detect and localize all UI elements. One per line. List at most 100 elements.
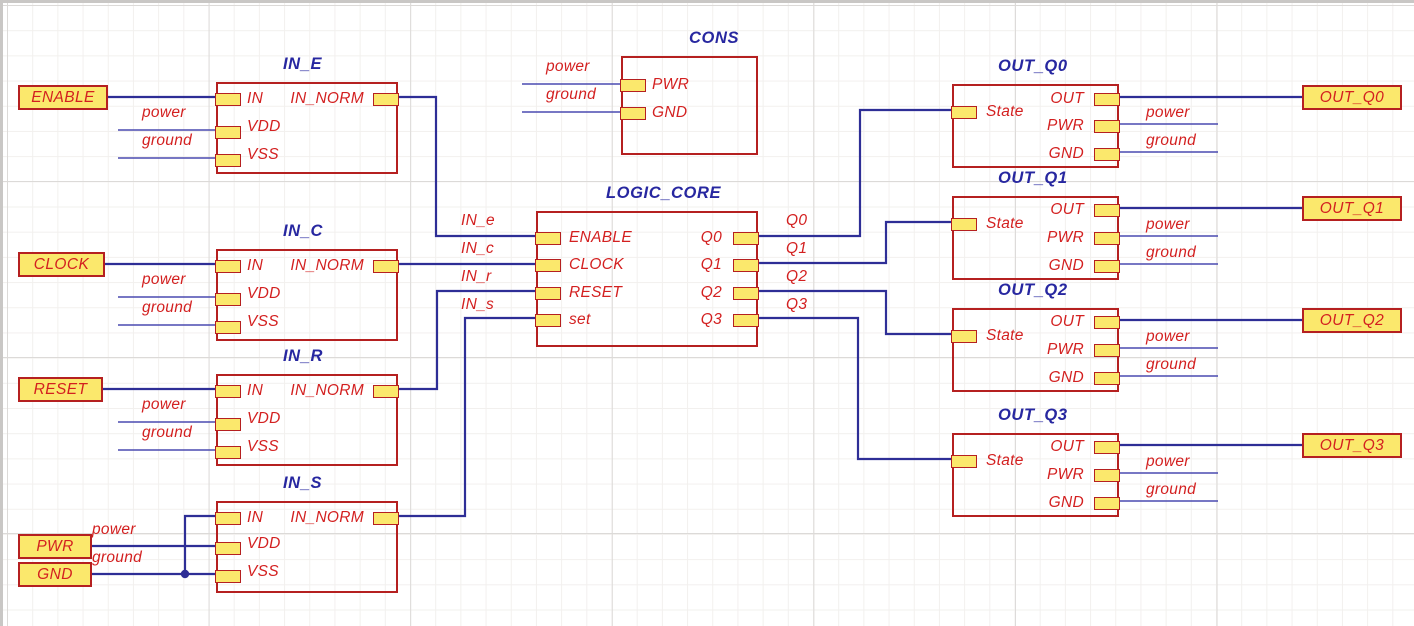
pin-out-q1-pwr[interactable]: [1094, 232, 1120, 245]
flag-clock[interactable]: CLOCK: [18, 252, 105, 277]
wire-in-s-norm-set: [398, 316, 538, 518]
pin-core-q2[interactable]: [733, 287, 759, 300]
pin-label-out-q0-state: State: [986, 103, 1024, 120]
pin-core-set[interactable]: [535, 314, 561, 327]
component-in-e[interactable]: IN VDD VSS IN_NORM: [215, 82, 399, 174]
pin-out-q0-pwr[interactable]: [1094, 120, 1120, 133]
component-logic-core[interactable]: ENABLE CLOCK RESET set Q0 Q1 Q2 Q3: [535, 211, 759, 347]
pin-out-q0-gnd[interactable]: [1094, 148, 1120, 161]
pin-out-q0-out[interactable]: [1094, 93, 1120, 106]
netlabel-core-q1: Q1: [786, 240, 808, 257]
flag-pwr-label: PWR: [36, 537, 74, 555]
netlabel-in-e-power: power: [142, 104, 186, 121]
pin-in-e-vss[interactable]: [215, 154, 241, 167]
component-cons[interactable]: PWR GND: [620, 56, 758, 155]
pin-core-enable[interactable]: [535, 232, 561, 245]
pin-out-q1-state[interactable]: [951, 218, 977, 231]
schematic-canvas[interactable]: ENABLE CLOCK RESET PWR GND OUT_Q0 OUT_Q1…: [0, 0, 1414, 626]
netlabel-cons-power: power: [546, 58, 590, 75]
component-out-q0[interactable]: State OUT PWR GND: [951, 84, 1120, 168]
component-out-q2[interactable]: State OUT PWR GND: [951, 308, 1120, 392]
component-out-q1[interactable]: State OUT PWR GND: [951, 196, 1120, 280]
pin-in-s-vdd[interactable]: [215, 542, 241, 555]
netlabel-out-q3-ground: ground: [1146, 481, 1197, 498]
pin-in-s-vss[interactable]: [215, 570, 241, 583]
pin-in-r-vdd[interactable]: [215, 418, 241, 431]
netlabel-core-q0: Q0: [786, 212, 808, 229]
flag-gnd-label: GND: [37, 565, 73, 583]
pin-in-c-in[interactable]: [215, 260, 241, 273]
pin-in-c-in-norm[interactable]: [373, 260, 399, 273]
pin-label-in-e-vdd: VDD: [247, 118, 281, 135]
pin-cons-gnd[interactable]: [620, 107, 646, 120]
netlabel-core-in-e: IN_e: [461, 212, 495, 229]
pin-in-c-vss[interactable]: [215, 321, 241, 334]
netlabel-out-q2-power: power: [1146, 328, 1190, 345]
pin-label-out-q1-gnd: GND: [1048, 257, 1084, 274]
pin-out-q1-gnd[interactable]: [1094, 260, 1120, 273]
component-name-logic-core: LOGIC_CORE: [606, 184, 722, 202]
pin-out-q3-gnd[interactable]: [1094, 497, 1120, 510]
pin-in-r-in[interactable]: [215, 385, 241, 398]
pin-label-in-s-in: IN: [247, 509, 264, 526]
component-out-q3[interactable]: State OUT PWR GND: [951, 433, 1120, 517]
flag-enable[interactable]: ENABLE: [18, 85, 108, 110]
pin-label-out-q2-gnd: GND: [1048, 369, 1084, 386]
pin-out-q2-gnd[interactable]: [1094, 372, 1120, 385]
pin-label-in-c-in-norm: IN_NORM: [290, 257, 364, 274]
component-in-c[interactable]: IN VDD VSS IN_NORM: [215, 249, 399, 341]
pin-label-out-q1-out: OUT: [1050, 201, 1084, 218]
pin-in-e-in-norm[interactable]: [373, 93, 399, 106]
pin-in-s-in[interactable]: [215, 512, 241, 525]
pin-out-q1-out[interactable]: [1094, 204, 1120, 217]
pin-label-out-q0-pwr: PWR: [1046, 117, 1084, 134]
pin-in-c-vdd[interactable]: [215, 293, 241, 306]
flag-gnd[interactable]: GND: [18, 562, 92, 587]
pin-out-q2-state[interactable]: [951, 330, 977, 343]
component-in-s[interactable]: IN VDD VSS IN_NORM: [215, 501, 399, 593]
pin-label-out-q3-gnd: GND: [1048, 494, 1084, 511]
netlabel-out-q0-power: power: [1146, 104, 1190, 121]
pin-in-e-vdd[interactable]: [215, 126, 241, 139]
pin-out-q3-out[interactable]: [1094, 441, 1120, 454]
netlabel-core-in-s: IN_s: [461, 296, 495, 313]
pin-label-out-q0-gnd: GND: [1048, 145, 1084, 162]
pin-label-in-c-vss: VSS: [247, 313, 279, 330]
flag-reset[interactable]: RESET: [18, 377, 103, 402]
netlabel-in-e-ground: ground: [142, 132, 193, 149]
pin-label-core-q1: Q1: [700, 256, 722, 273]
flag-pwr[interactable]: PWR: [18, 534, 92, 559]
pin-in-s-in-norm[interactable]: [373, 512, 399, 525]
flag-out-q1[interactable]: OUT_Q1: [1302, 196, 1402, 221]
pin-out-q3-pwr[interactable]: [1094, 469, 1120, 482]
pin-out-q2-pwr[interactable]: [1094, 344, 1120, 357]
pin-in-r-in-norm[interactable]: [373, 385, 399, 398]
component-in-r[interactable]: IN VDD VSS IN_NORM: [215, 374, 399, 466]
flag-out-q3[interactable]: OUT_Q3: [1302, 433, 1402, 458]
pin-core-q3[interactable]: [733, 314, 759, 327]
netlabel-out-q0-ground: ground: [1146, 132, 1197, 149]
pin-core-q0[interactable]: [733, 232, 759, 245]
pin-label-in-s-vdd: VDD: [247, 535, 281, 552]
pin-in-r-vss[interactable]: [215, 446, 241, 459]
pin-core-q1[interactable]: [733, 259, 759, 272]
flag-out-q2[interactable]: OUT_Q2: [1302, 308, 1402, 333]
pin-cons-pwr[interactable]: [620, 79, 646, 92]
flag-enable-label: ENABLE: [31, 88, 95, 106]
pin-out-q0-state[interactable]: [951, 106, 977, 119]
pin-out-q2-out[interactable]: [1094, 316, 1120, 329]
pin-core-reset[interactable]: [535, 287, 561, 300]
flag-out-q0[interactable]: OUT_Q0: [1302, 85, 1402, 110]
component-name-cons: CONS: [689, 29, 740, 47]
pin-label-core-clock: CLOCK: [569, 256, 624, 273]
pin-core-clock[interactable]: [535, 259, 561, 272]
netlabel-in-s-ground: ground: [92, 549, 143, 566]
netlabel-cons-ground: ground: [546, 86, 597, 103]
pin-in-e-in[interactable]: [215, 93, 241, 106]
pin-label-cons-gnd: GND: [652, 104, 688, 121]
wire-q3-out-q3: [757, 316, 952, 461]
pin-label-out-q1-state: State: [986, 215, 1024, 232]
netlabel-core-in-r: IN_r: [461, 268, 492, 285]
flag-out-q0-label: OUT_Q0: [1319, 88, 1385, 106]
pin-out-q3-state[interactable]: [951, 455, 977, 468]
